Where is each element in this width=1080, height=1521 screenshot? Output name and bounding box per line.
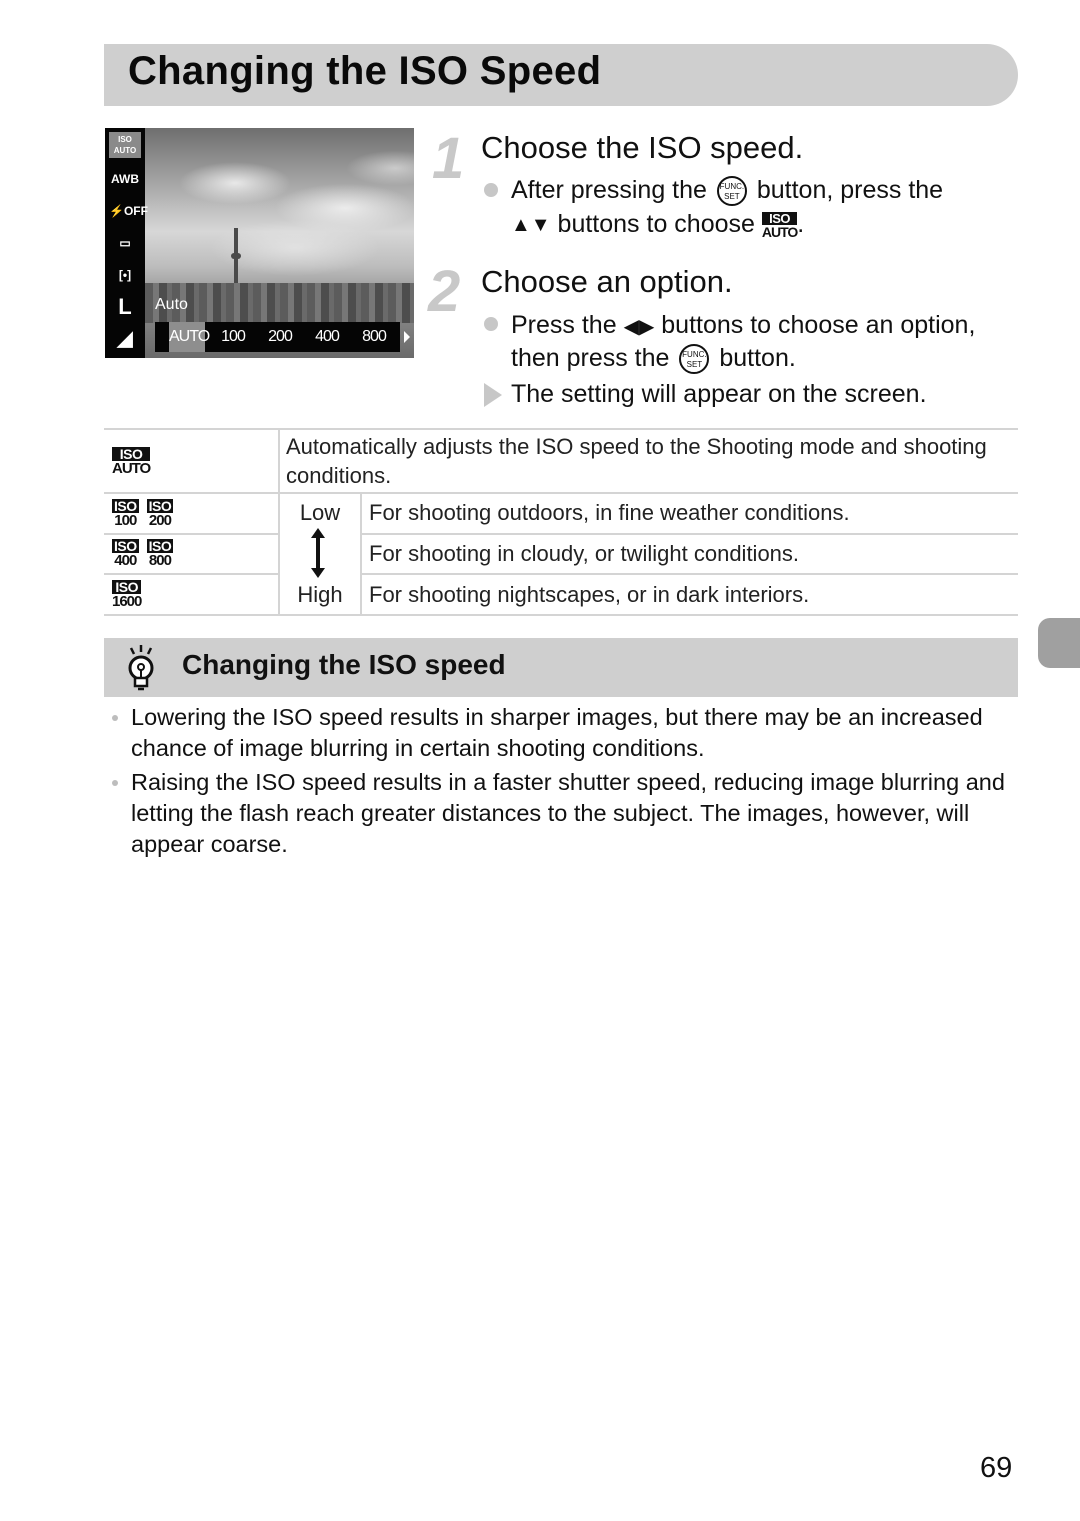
selected-option-label: Auto — [155, 296, 188, 313]
iso-auto-icon: ISO AUTO — [112, 445, 151, 477]
drive-mode-icon: ▭ — [119, 236, 131, 250]
iso-option-100: 100 — [221, 328, 246, 345]
iso-icons-cell: ISO AUTO — [104, 428, 280, 494]
camera-screen-illustration: ISO AUTO AWB ⚡OFF ▭ [•] L ◢ Auto AUTO 100… — [105, 128, 414, 358]
lightbulb-tip-icon — [128, 645, 154, 691]
tip-item: Lowering the ISO speed results in sharpe… — [112, 702, 1012, 764]
result-arrow-icon — [484, 383, 502, 407]
iso-icons-cell: ISO 400 ISO 800 — [104, 532, 280, 576]
chapter-side-tab — [1038, 618, 1080, 668]
compression-icon: ◢ — [117, 328, 133, 350]
iso-400-icon: ISO 400 — [112, 538, 139, 570]
metering-icon: [•] — [118, 268, 132, 282]
tip-title: Changing the ISO speed — [182, 649, 506, 680]
step-1-line-1: After pressing the FUNC. SET button, pres… — [511, 176, 944, 207]
tip-header: Changing the ISO speed — [104, 638, 1018, 697]
table-row: ISO 1600 For shooting nightscapes, or in … — [104, 573, 1018, 616]
func-set-button-icon: FUNC. SET — [679, 344, 710, 375]
page-title: Changing the ISO Speed — [128, 49, 602, 93]
iso-description: For shooting outdoors, in fine weather c… — [361, 492, 1018, 535]
iso-200-icon: ISO 200 — [146, 497, 174, 529]
white-balance-icon: AWB — [111, 172, 139, 186]
step-1-line-2: ▲▼ buttons to choose ISO AUTO. — [511, 210, 805, 240]
bullet-icon — [484, 317, 498, 331]
table-row: ISO 400 ISO 800 For shooting in cloudy, or … — [104, 532, 1018, 576]
page-title-bar: Changing the ISO Speed — [104, 44, 1018, 106]
iso-1600-icon: ISO 1600 — [112, 579, 142, 611]
left-right-arrows-icon: ◀▶ — [623, 315, 655, 338]
iso-description: For shooting in cloudy, or twilight cond… — [361, 532, 1018, 576]
step-1-text-b: button, press the — [756, 176, 944, 204]
step-2-result: The setting will appear on the screen. — [511, 380, 927, 408]
iso-options-bar: AUTO 100 200 400 800 — [155, 322, 400, 352]
step-1-text-a: After pressing the — [511, 176, 707, 204]
step-1-text-c: buttons to choose — [557, 210, 755, 238]
step-2-text-a: Press the — [511, 311, 617, 339]
step-2-text-b: buttons to choose an option, — [661, 311, 976, 339]
level-high-label: High — [297, 582, 343, 607]
func-set-button-icon: FUNC. SET — [716, 176, 747, 207]
step-2-title: Choose an option. — [481, 264, 733, 299]
step-1-number: 1 — [432, 126, 465, 191]
iso-100-icon: ISO 100 — [112, 497, 139, 529]
up-down-arrow-icon — [311, 528, 325, 578]
sky-clouds — [145, 128, 414, 298]
step-2-text-c: then press the — [511, 344, 670, 372]
step-2-line-2: then press the FUNC. SET button. — [511, 344, 796, 375]
function-menu-strip: ISO AUTO AWB ⚡OFF ▭ [•] L ◢ — [105, 128, 148, 358]
iso-option-400: 400 — [315, 328, 340, 345]
step-2-line-1: Press the ◀▶ buttons to choose an option… — [511, 311, 975, 340]
table-row: ISO 100 ISO 200 Low High For shooting outdo… — [104, 492, 1018, 616]
step-2-number: 2 — [428, 259, 461, 324]
page-number: 69 — [980, 1452, 1013, 1484]
step-1-title: Choose the ISO speed. — [481, 130, 804, 165]
tip-list: Lowering the ISO speed results in sharpe… — [112, 702, 1012, 863]
level-low-label: Low — [299, 500, 341, 525]
flash-off-icon: ⚡OFF — [109, 204, 148, 218]
level-scale-cell: Low High — [279, 492, 362, 616]
iso-icons-cell: ISO 100 ISO 200 — [104, 492, 280, 535]
iso-800-icon: ISO 800 — [146, 538, 174, 570]
resolution-icon: L — [118, 294, 132, 319]
iso-option-800: 800 — [362, 328, 387, 345]
iso-options-table: ISO AUTO Automatically adjusts the ISO sp… — [104, 428, 1018, 616]
iso-description: Automatically adjusts the ISO speed to t… — [279, 428, 1018, 494]
step-2-text-d: button. — [719, 344, 796, 372]
iso-auto-icon: ISO AUTO — [109, 132, 141, 158]
table-row: ISO AUTO Automatically adjusts the ISO sp… — [104, 428, 1018, 494]
iso-option-200: 200 — [268, 328, 293, 345]
iso-auto-icon: ISO AUTO — [761, 210, 798, 240]
up-down-arrows-icon: ▲▼ — [511, 213, 551, 236]
tip-item: Raising the ISO speed results in a faste… — [112, 767, 1012, 860]
iso-icons-cell: ISO 1600 — [104, 573, 280, 616]
bullet-icon — [484, 183, 498, 197]
scroll-right-arrow-icon — [404, 331, 410, 343]
iso-description: For shooting nightscapes, or in dark int… — [361, 573, 1018, 616]
iso-option-auto: AUTO — [169, 322, 210, 352]
